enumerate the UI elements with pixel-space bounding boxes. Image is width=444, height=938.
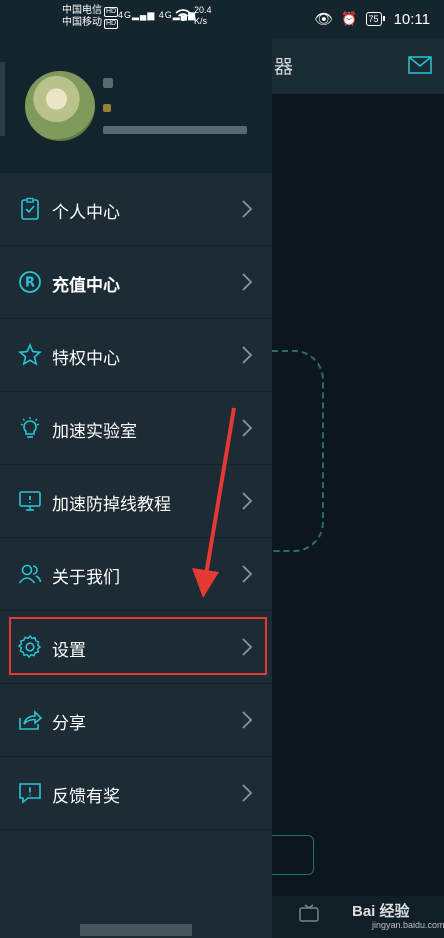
menu-item-recharge-center[interactable]: R 充值中心 <box>0 246 272 319</box>
carrier-2: 中国移动 <box>62 17 102 28</box>
svg-text:R: R <box>25 276 35 291</box>
menu-label: 关于我们 <box>52 568 120 587</box>
carrier-1: 中国电信 <box>62 5 102 16</box>
monitor-icon <box>19 491 41 511</box>
status-bar: 中国电信 HD 中国移动 HD 4G▂▄▆ 4G▂▄▆ 20.4 K/s 👁 ⏰ 7… <box>0 0 444 38</box>
clipboard-icon <box>21 197 39 220</box>
alarm-icon: ⏰ <box>341 11 358 26</box>
menu-label: 加速实验室 <box>52 422 137 441</box>
wifi-icon <box>175 9 191 22</box>
hd-badge: HD <box>104 19 119 29</box>
menu-item-about-us[interactable]: 关于我们 <box>0 538 272 611</box>
menu-label: 个人中心 <box>52 203 120 222</box>
menu-item-feedback[interactable]: 反馈有奖 <box>0 757 272 830</box>
menu-label: 特权中心 <box>52 349 120 368</box>
background-app[interactable]: 器 Bai 经验 jingyan.baidu.com <box>232 38 444 938</box>
watermark-url: jingyan.baidu.com <box>372 920 444 930</box>
bottom-nav: Bai 经验 jingyan.baidu.com <box>272 896 444 938</box>
carrier-info: 中国电信 HD 中国移动 HD <box>62 5 119 29</box>
menu-item-personal-center[interactable]: 个人中心 <box>0 173 272 246</box>
side-drawer: 个人中心 R 充值中心 特权中心 加速实验室 加速防掉线教程 关于我们 设置 分… <box>0 38 272 938</box>
account-id-blurred <box>103 126 247 134</box>
drawer-menu: 个人中心 R 充值中心 特权中心 加速实验室 加速防掉线教程 关于我们 设置 分… <box>0 173 272 830</box>
chevron-right-icon <box>242 200 253 218</box>
network-type: 4G <box>118 10 133 20</box>
hd-badge: HD <box>104 7 119 17</box>
menu-label: 充值中心 <box>52 276 120 295</box>
watermark: Bai 经验 <box>352 903 410 920</box>
edge-strip <box>0 62 5 136</box>
background-header: 器 <box>272 38 444 94</box>
battery-icon: 75 <box>365 12 385 26</box>
settings-highlight-box <box>9 617 267 675</box>
chevron-right-icon <box>242 273 253 291</box>
version-blurred <box>80 924 192 936</box>
chevron-right-icon <box>242 419 253 437</box>
menu-label: 反馈有奖 <box>52 787 120 806</box>
profile-header[interactable] <box>0 38 272 173</box>
chevron-right-icon <box>242 711 253 729</box>
avatar[interactable] <box>25 71 95 141</box>
chevron-right-icon <box>242 492 253 510</box>
menu-item-anti-drop-tutorial[interactable]: 加速防掉线教程 <box>0 465 272 538</box>
menu-item-share[interactable]: 分享 <box>0 684 272 757</box>
menu-label: 加速防掉线教程 <box>52 495 171 514</box>
chevron-right-icon <box>242 565 253 583</box>
menu-label: 分享 <box>52 714 86 733</box>
lightbulb-icon <box>20 417 40 438</box>
menu-item-privilege-center[interactable]: 特权中心 <box>0 319 272 392</box>
recharge-r-icon: R <box>19 271 41 293</box>
background-title: 器 <box>274 57 294 78</box>
clock: 10:11 <box>393 10 430 28</box>
chevron-right-icon <box>242 784 253 802</box>
users-icon <box>18 564 42 584</box>
feedback-icon <box>19 783 41 804</box>
star-icon <box>18 343 42 366</box>
username-blurred <box>103 78 113 88</box>
share-icon <box>19 710 42 730</box>
menu-item-acceleration-lab[interactable]: 加速实验室 <box>0 392 272 465</box>
eye-icon: 👁 <box>314 11 334 28</box>
chevron-right-icon <box>242 346 253 364</box>
network-speed: 20.4 K/s <box>194 5 212 26</box>
level-blurred <box>103 104 111 112</box>
mail-icon[interactable] <box>408 56 432 74</box>
tv-icon[interactable] <box>298 904 320 924</box>
